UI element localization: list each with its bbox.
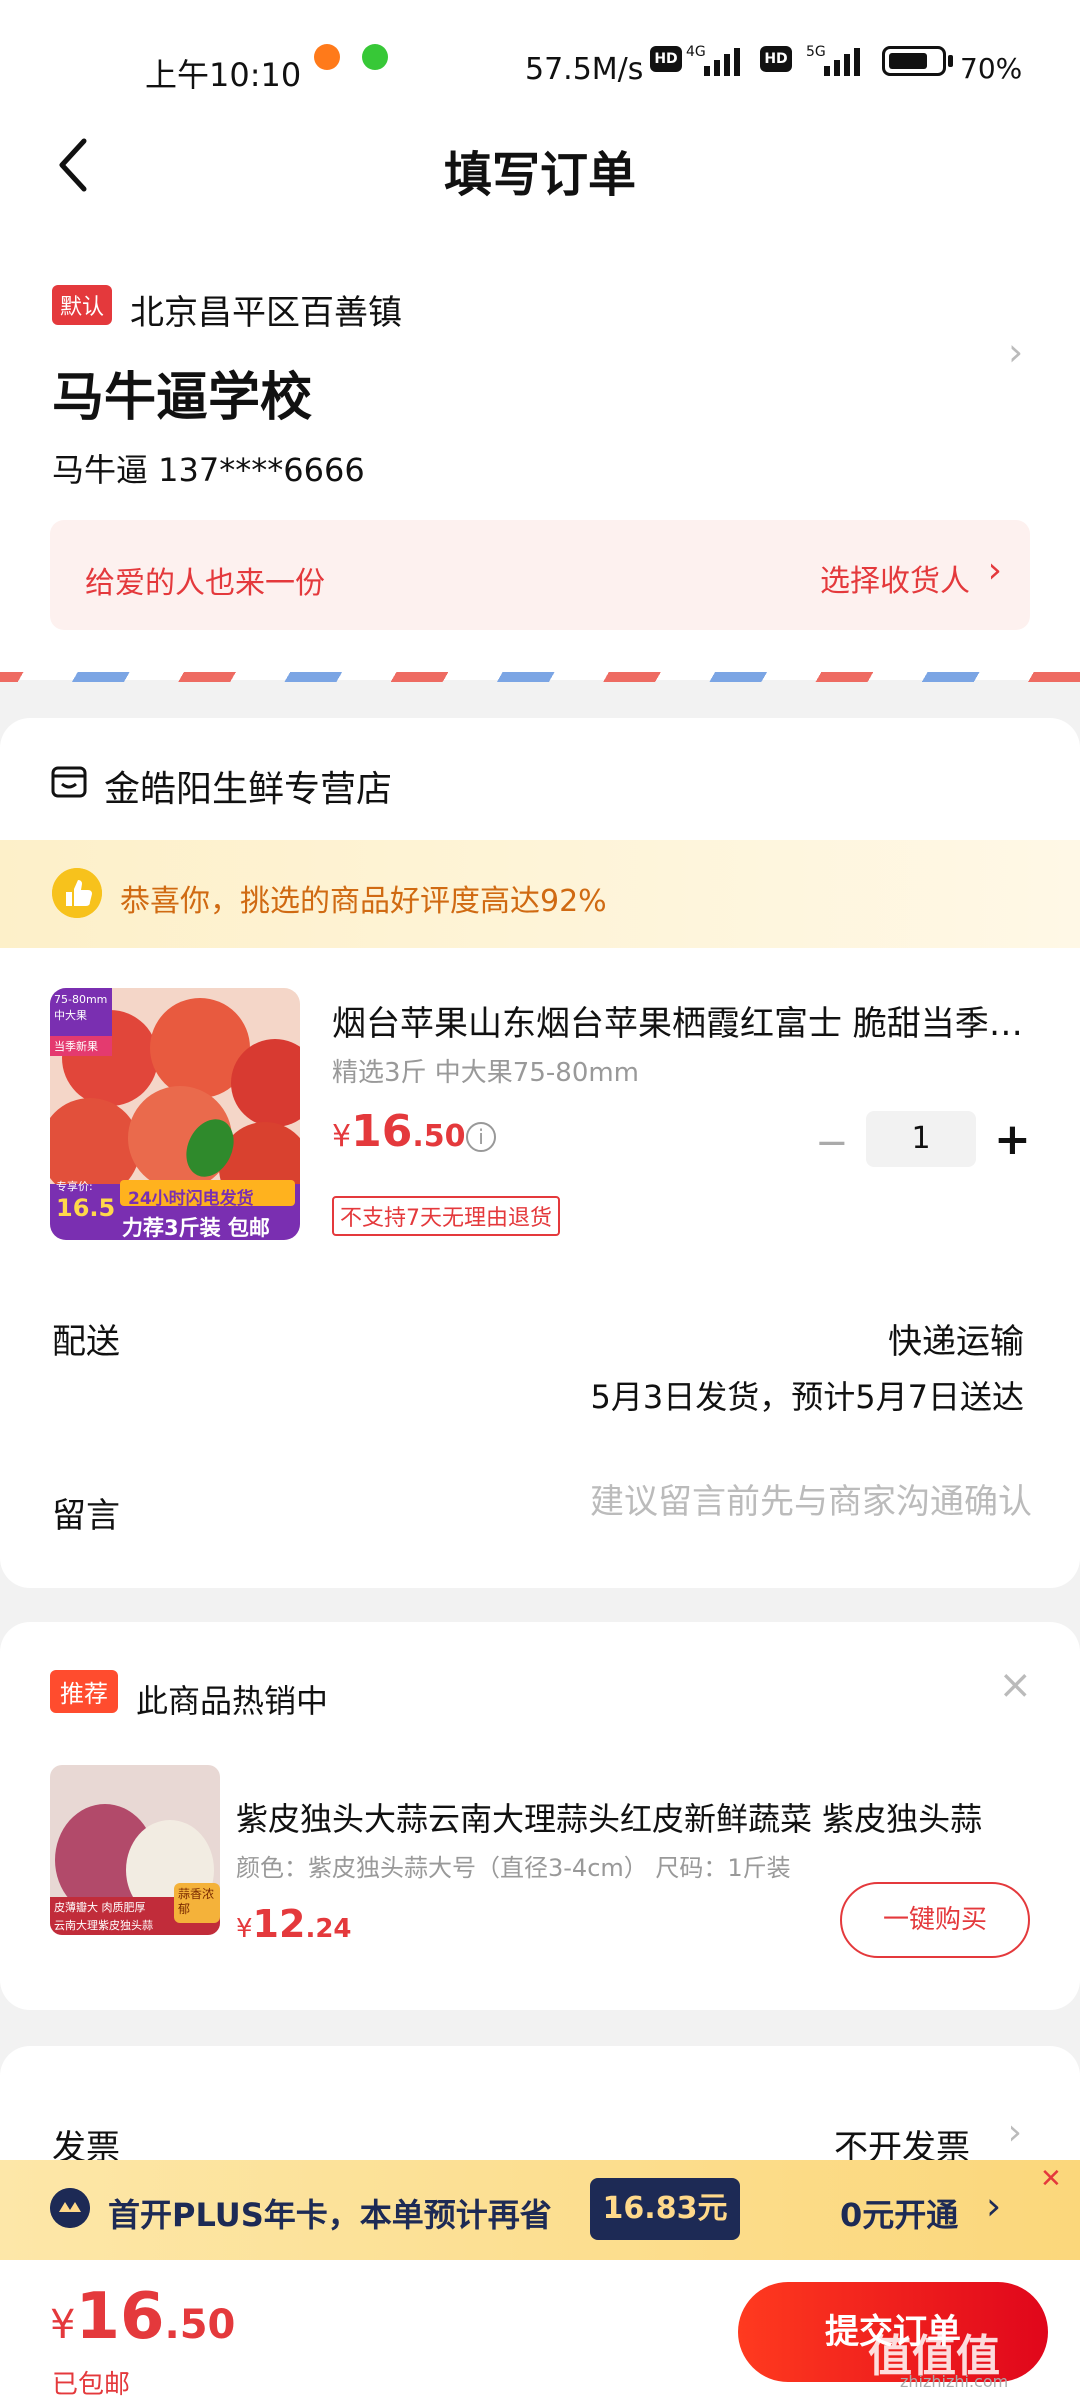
total-price: ¥16.50 [50, 2280, 235, 2354]
price-integer: 12 [252, 1902, 306, 1946]
thumbs-up-icon [52, 868, 102, 918]
shipping-label: 配送 [52, 1322, 120, 1362]
one-click-buy-button[interactable]: 一键购买 [840, 1882, 1030, 1958]
header: 填写订单 [0, 95, 1080, 225]
shipping-method[interactable]: 快递运输 [888, 1314, 1024, 1363]
increase-quantity-button[interactable]: + [994, 1114, 1031, 1165]
battery-cap [948, 55, 953, 67]
price-currency: ¥ [332, 1119, 352, 1154]
image-flash-label: 24小时闪电发货 [128, 1189, 254, 1209]
note-input[interactable] [472, 1482, 1032, 1522]
price-currency: ¥ [236, 1914, 253, 1944]
status-time: 上午10:10 [145, 56, 302, 94]
recommend-product-image[interactable]: 皮薄瓣大 肉质肥厚 云南大理紫皮独头蒜 蒜香浓郁 [50, 1765, 220, 1935]
price-decimal: .50 [164, 2302, 236, 2348]
recommend-card: 推荐 此商品热销中 × 皮薄瓣大 肉质肥厚 云南大理紫皮独头蒜 蒜香浓郁 紫皮独… [0, 1622, 1080, 2010]
gift-tip-bar[interactable]: 给爱的人也来一份 选择收货人 › [50, 520, 1030, 630]
praise-text: 恭喜你，挑选的商品好评度高达92% [120, 884, 607, 919]
page-title: 填写订单 [443, 147, 636, 203]
price-integer: 16 [351, 1106, 413, 1157]
image-label-2: 云南大理紫皮独头蒜 [54, 1919, 153, 1932]
product-spec: 精选3斤 中大果75-80mm [332, 1058, 640, 1088]
recipient-contact: 马牛逼 137****6666 [52, 451, 365, 489]
close-icon[interactable]: ✕ [1040, 2164, 1062, 2194]
plus-promo-text: 首开PLUS年卡，本单预计再省 [108, 2196, 552, 2234]
image-promo-label: 力荐3斤装 包邮 [122, 1216, 270, 1240]
decrease-quantity-button[interactable]: − [815, 1120, 849, 1166]
store-icon [51, 766, 87, 798]
recommend-title: 此商品热销中 [136, 1682, 329, 1720]
recommend-price: ¥12.24 [236, 1902, 352, 1946]
product-image[interactable]: 75-80mm 中大果 当季新果 专享价: 16.5 24小时闪电发货 力荐3斤… [50, 988, 300, 1240]
plus-open-button[interactable]: 0元开通 [840, 2190, 958, 2236]
watermark-url: zhizhizhi.com [900, 2372, 1009, 2391]
chevron-right-icon: › [987, 550, 1002, 591]
image-label-3: 蒜香浓郁 [178, 1887, 215, 1916]
choose-recipient-link[interactable]: 选择收货人 [820, 556, 970, 600]
praise-banner: 恭喜你，挑选的商品好评度高达92% [0, 840, 1080, 948]
plus-save-amount: 16.83元 [590, 2178, 740, 2240]
address-detail: 马牛逼学校 [52, 368, 313, 428]
price-currency: ¥ [50, 2302, 76, 2348]
hd-icon: HD [650, 46, 682, 72]
network-speed: 57.5M/s [525, 52, 644, 87]
image-size-badge: 75-80mm 中大果 [54, 993, 108, 1022]
image-price: 16.5 [56, 1194, 116, 1222]
signal-icon [704, 48, 740, 76]
address-region: 北京昌平区百善镇 [130, 293, 402, 333]
chevron-right-icon[interactable]: › [1008, 330, 1023, 374]
product-title[interactable]: 烟台苹果山东烟台苹果栖霞红富士 脆甜当季新鲜水果 [332, 996, 1032, 1045]
hd-icon-2: HD [760, 46, 792, 72]
product-price: ¥16.50 [332, 1106, 465, 1157]
battery-percent: 70% [960, 52, 1023, 85]
info-icon[interactable]: i [466, 1122, 496, 1152]
app-notification-icon [362, 44, 388, 70]
image-label-1: 皮薄瓣大 肉质肥厚 [54, 1901, 146, 1914]
price-decimal: .50 [412, 1119, 466, 1154]
plus-logo-icon [50, 2188, 90, 2228]
price-decimal: .24 [305, 1914, 352, 1944]
recommend-badge: 推荐 [50, 1670, 118, 1713]
delivery-estimate: 5月3日发货，预计5月7日送达 [590, 1378, 1024, 1416]
free-shipping-label: 已包邮 [52, 2370, 131, 2400]
image-season-badge: 当季新果 [54, 1040, 98, 1053]
notification-icon [314, 44, 340, 70]
default-address-badge: 默认 [52, 285, 113, 325]
plus-membership-banner[interactable]: 首开PLUS年卡，本单预计再省 16.83元 0元开通 › ✕ [0, 2160, 1080, 2260]
address-card[interactable]: 默认 北京昌平区百善镇 马牛逼学校 马牛逼 137****6666 › 给爱的人… [0, 225, 1080, 680]
no-return-badge: 不支持7天无理由退货 [332, 1196, 560, 1236]
battery-icon [882, 46, 946, 76]
close-icon[interactable]: × [998, 1662, 1032, 1708]
quantity-field[interactable]: 1 [866, 1111, 976, 1167]
signal-icon-2 [824, 48, 860, 76]
note-label: 留言 [52, 1496, 120, 1536]
recommend-product-spec: 颜色：紫皮独头蒜大号（直径3-4cm） 尺码：1斤装 [236, 1854, 791, 1882]
chevron-right-icon: › [986, 2184, 1002, 2228]
airmail-divider [0, 672, 1080, 682]
chevron-right-icon: › [1007, 2112, 1022, 2153]
checkout-bar: ¥16.50 已包邮 提交订单 值值值 zhizhizhi.com [0, 2260, 1080, 2400]
recommend-product-title[interactable]: 紫皮独头大蒜云南大理蒜头红皮新鲜蔬菜 紫皮独头蒜 [236, 1794, 1016, 1840]
price-integer: 16 [75, 2280, 165, 2354]
gift-tip-text: 给爱的人也来一份 [85, 566, 325, 601]
status-bar: 上午10:10 57.5M/s HD 4G HD 5G 70% [0, 0, 1080, 95]
shop-card: 金皓阳生鲜专营店 恭喜你，挑选的商品好评度高达92% 75-80mm 中大果 当… [0, 718, 1080, 1588]
image-price-label: 专享价: [56, 1180, 93, 1193]
shop-name[interactable]: 金皓阳生鲜专营店 [104, 760, 392, 812]
